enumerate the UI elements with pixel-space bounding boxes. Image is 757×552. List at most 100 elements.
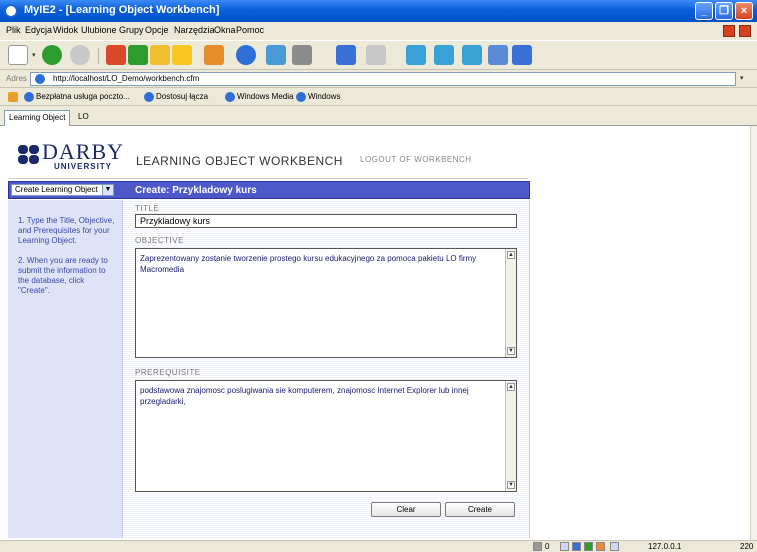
action-select-value: Create Learning Object	[15, 185, 98, 194]
tools-icon[interactable]	[336, 45, 356, 65]
title-label: TITLE	[135, 204, 160, 213]
instruction-step-1: 1. Type the Title, Objective, and Prereq…	[18, 216, 115, 245]
browser-logo-icon	[4, 4, 18, 18]
status-ip: 127.0.0.1	[648, 542, 682, 551]
window-title: MyIE2 - [Learning Object Workbench]	[24, 4, 220, 16]
scroll-down-icon[interactable]: ▼	[507, 481, 515, 489]
link-icon	[225, 92, 235, 102]
status-icon[interactable]	[560, 542, 569, 551]
menu-bar: Plik Edycja Widok Ulubione Grupy Opcje N…	[0, 22, 757, 40]
home-icon[interactable]	[150, 45, 170, 65]
stop-icon[interactable]	[106, 45, 126, 65]
close-icon[interactable]: ×	[735, 2, 753, 20]
create-heading: Create: Przykladowy kurs	[135, 185, 257, 196]
link-windows-media[interactable]: Windows Media	[237, 92, 293, 101]
collector-icon[interactable]	[488, 45, 508, 65]
menu-item-favorites[interactable]: Ulubione	[81, 25, 117, 35]
address-input[interactable]: http://localhost/LO_Demo/workbench.cfm	[30, 72, 736, 86]
create-form: TITLE Przykladowy kurs OBJECTIVE Zapreze…	[122, 200, 530, 538]
address-label: Adres	[6, 74, 27, 83]
address-bar: Adres http://localhost/LO_Demo/workbench…	[0, 70, 757, 88]
objective-scrollbar[interactable]: ▲ ▼	[505, 249, 516, 357]
menu-item-windows[interactable]: Okna	[214, 25, 236, 35]
globe-icon[interactable]	[236, 45, 256, 65]
action-select[interactable]: Create Learning Object ▼	[11, 184, 114, 196]
menu-item-file[interactable]: Plik	[6, 25, 21, 35]
objective-text: Zaprezentowany zostanie tworzenie proste…	[140, 254, 477, 274]
objective-textarea[interactable]: Zaprezentowany zostanie tworzenie proste…	[135, 248, 517, 358]
status-bar: 0 127.0.0.1 220	[0, 540, 757, 552]
connection-icon	[533, 542, 542, 551]
cascade-icon[interactable]	[462, 45, 482, 65]
link-icon	[24, 92, 34, 102]
menu-item-groups[interactable]: Grupy	[119, 25, 144, 35]
undo-close-icon[interactable]	[366, 45, 386, 65]
close-tab-icon[interactable]	[739, 25, 751, 37]
back-icon[interactable]	[42, 45, 62, 65]
prerequisite-scrollbar[interactable]: ▲ ▼	[505, 381, 516, 491]
tab-learning-object[interactable]: Learning Object	[4, 110, 71, 126]
scroll-up-icon[interactable]: ▲	[507, 251, 515, 259]
address-dropdown-icon[interactable]: ▾	[740, 74, 744, 82]
toolbar-separator	[98, 48, 99, 64]
tab-lo[interactable]: LO	[74, 110, 93, 126]
status-icon[interactable]	[572, 542, 581, 551]
scroll-down-icon[interactable]: ▼	[507, 347, 515, 355]
status-icon[interactable]	[584, 542, 593, 551]
link-windows[interactable]: Windows	[308, 92, 340, 101]
logo-subtitle: UNIVERSITY	[54, 162, 113, 171]
browser-window: MyIE2 - [Learning Object Workbench] _ ❐ …	[0, 0, 757, 552]
address-url: http://localhost/LO_Demo/workbench.cfm	[53, 74, 200, 83]
tile-icon[interactable]	[434, 45, 454, 65]
header-divider	[8, 178, 528, 179]
action-bar: Create Learning Object ▼ Create: Przykla…	[8, 181, 530, 199]
prerequisite-textarea[interactable]: podstawowa znajomosc poslugiwania sie ko…	[135, 380, 517, 492]
title-input[interactable]: Przykladowy kurs	[135, 214, 517, 228]
status-icon[interactable]	[610, 542, 619, 551]
scroll-up-icon[interactable]: ▲	[507, 383, 515, 391]
groups-icon[interactable]	[204, 45, 224, 65]
menu-item-help[interactable]: Pomoc	[236, 25, 264, 35]
tab-bar: Learning Object LO	[0, 106, 757, 126]
link-icon	[296, 92, 306, 102]
menu-item-view[interactable]: Widok	[53, 25, 78, 35]
grid-icon[interactable]	[512, 45, 532, 65]
title-bar: MyIE2 - [Learning Object Workbench] _ ❐ …	[0, 0, 757, 22]
status-tail: 220	[740, 542, 754, 551]
link-customize[interactable]: Dostosuj łącza	[156, 92, 208, 101]
links-folder-icon	[8, 92, 18, 102]
link-free-mail[interactable]: Bezpłatna usługa poczto...	[36, 92, 130, 101]
page-content: DARBY UNIVERSITY LEARNING OBJECT WORKBEN…	[0, 126, 750, 540]
darby-logo-icon	[18, 145, 40, 165]
links-bar: Bezpłatna usługa poczto... Dostosuj łącz…	[0, 88, 757, 106]
favorites-star-icon[interactable]	[172, 45, 192, 65]
clear-button[interactable]: Clear	[371, 502, 441, 517]
create-button[interactable]: Create	[445, 502, 515, 517]
maximize-icon[interactable]: ❐	[715, 2, 733, 20]
app-title: LEARNING OBJECT WORKBENCH	[136, 154, 343, 168]
window-icon[interactable]	[266, 45, 286, 65]
chevron-down-icon[interactable]: ▾	[32, 51, 36, 59]
minimize-icon[interactable]: _	[695, 2, 713, 20]
chevron-down-icon[interactable]: ▼	[102, 185, 113, 195]
instructions-panel: 1. Type the Title, Objective, and Prereq…	[8, 200, 122, 538]
objective-label: OBJECTIVE	[135, 236, 184, 245]
page-scrollbar[interactable]	[750, 126, 757, 540]
forward-icon[interactable]	[70, 45, 90, 65]
proxy-icon[interactable]	[292, 45, 312, 65]
layout-icon[interactable]	[406, 45, 426, 65]
navigation-toolbar: ▾	[0, 40, 757, 70]
menu-item-edit[interactable]: Edycja	[25, 25, 52, 35]
prerequisite-text: podstawowa znajomosc poslugiwania sie ko…	[140, 386, 469, 406]
refresh-icon[interactable]	[128, 45, 148, 65]
stop-icon[interactable]	[723, 25, 735, 37]
logout-link[interactable]: LOGOUT OF WORKBENCH	[360, 155, 472, 164]
page-icon	[35, 74, 45, 84]
status-count: 0	[545, 542, 550, 551]
new-page-icon[interactable]	[8, 45, 28, 65]
link-icon	[144, 92, 154, 102]
instruction-step-2: 2. When you are ready to submit the info…	[18, 256, 108, 295]
status-icon[interactable]	[596, 542, 605, 551]
menu-item-tools[interactable]: Narzędzia	[174, 25, 215, 35]
menu-item-options[interactable]: Opcje	[145, 25, 169, 35]
